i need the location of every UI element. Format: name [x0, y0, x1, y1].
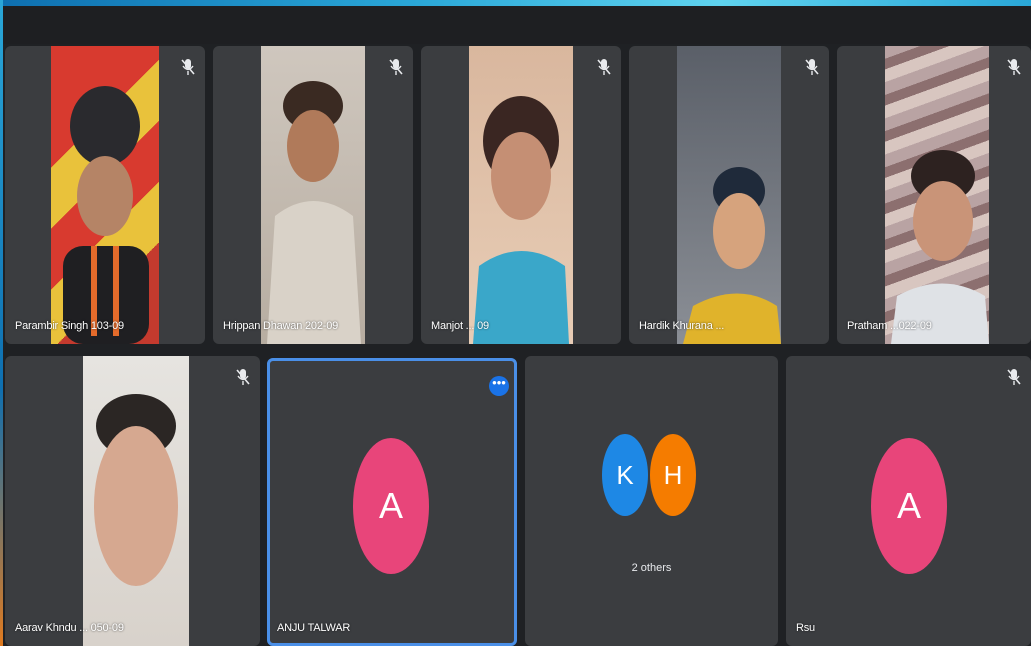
person-silhouette	[94, 394, 178, 586]
meeting-top-bar	[3, 6, 1031, 44]
participant-tile[interactable]: Hardik Khurana ...	[629, 46, 829, 344]
mic-off-icon	[1007, 369, 1021, 385]
person-silhouette	[683, 167, 781, 344]
participant-tile[interactable]: Manjot ... 09	[421, 46, 621, 344]
mic-off-icon	[805, 59, 819, 75]
participant-video	[51, 46, 159, 344]
avatar: K	[602, 434, 648, 516]
participant-name: Manjot ... 09	[431, 320, 489, 332]
window-frame-left	[0, 0, 3, 646]
person-silhouette	[267, 81, 361, 344]
avatar: A	[353, 438, 429, 574]
participant-video	[261, 46, 365, 344]
person-silhouette	[473, 96, 569, 344]
participant-tile[interactable]: Hrippan Dhawan 202-09	[213, 46, 413, 344]
participant-video	[83, 356, 189, 646]
participant-video	[677, 46, 781, 344]
avatar: A	[871, 438, 947, 574]
mic-off-icon	[181, 59, 195, 75]
participant-name: ANJU TALWAR	[277, 622, 351, 634]
participant-tile[interactable]: A Rsu	[786, 356, 1031, 646]
mic-off-icon	[389, 59, 403, 75]
participant-name: Parambir Singh 103-09	[15, 320, 124, 332]
mic-off-icon	[236, 369, 250, 385]
participant-name: Rsu	[796, 622, 815, 634]
mic-off-icon	[1007, 59, 1021, 75]
participant-name: Hardik Khurana ...	[639, 320, 725, 332]
participant-video	[469, 46, 573, 344]
more-options-icon[interactable]: •••	[489, 376, 509, 396]
participant-tile[interactable]: Parambir Singh 103-09	[5, 46, 205, 344]
person-silhouette	[63, 86, 149, 344]
participant-name: Aarav Khndu ... 050-09	[15, 622, 124, 634]
participant-tile-group[interactable]: K H 2 others	[525, 356, 778, 646]
participant-tile[interactable]: Aarav Khndu ... 050-09	[5, 356, 260, 646]
participant-tile-selected[interactable]: A ••• ANJU TALWAR	[267, 358, 517, 646]
person-silhouette	[891, 150, 989, 344]
participant-video	[885, 46, 989, 344]
participant-name: Hrippan Dhawan 202-09	[223, 320, 339, 332]
mic-off-icon	[597, 59, 611, 75]
others-count-label: 2 others	[631, 562, 672, 574]
avatar: H	[650, 434, 696, 516]
participant-tile[interactable]: Pratham ...022-09	[837, 46, 1031, 344]
participant-name: Pratham ...022-09	[847, 320, 932, 332]
